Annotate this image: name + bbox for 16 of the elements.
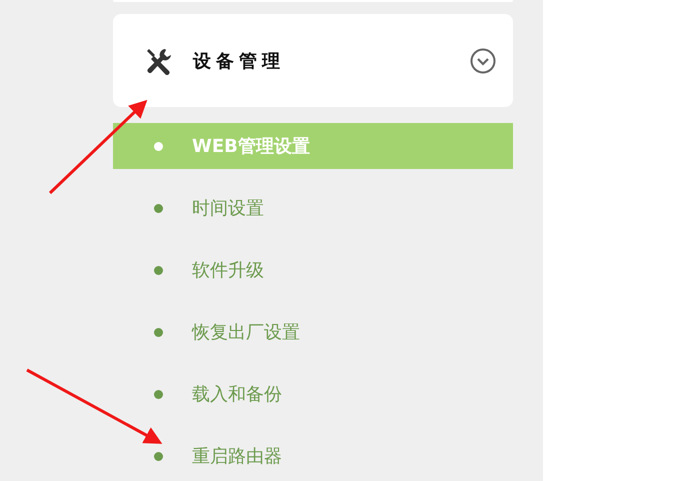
bullet-icon (154, 266, 163, 274)
chevron-icon[interactable] (470, 48, 496, 74)
menu-item[interactable]: 恢复出厂设置 (113, 309, 513, 355)
bullet-icon (154, 142, 163, 150)
bullet-icon (154, 390, 163, 398)
menu-item[interactable]: 时间设置 (113, 185, 513, 231)
menu-header[interactable]: 设备管理 (113, 14, 513, 107)
tools-icon (145, 46, 173, 74)
bullet-icon (154, 452, 163, 460)
menu-item[interactable]: WEB管理设置 (113, 123, 513, 169)
menu-item[interactable]: 重启路由器 (113, 433, 513, 479)
menu-item[interactable]: 载入和备份 (113, 371, 513, 417)
menu-item[interactable]: 软件升级 (113, 247, 513, 293)
menu-title: 设备管理 (193, 50, 286, 72)
bullet-icon (154, 204, 163, 212)
bullet-icon (154, 328, 163, 336)
